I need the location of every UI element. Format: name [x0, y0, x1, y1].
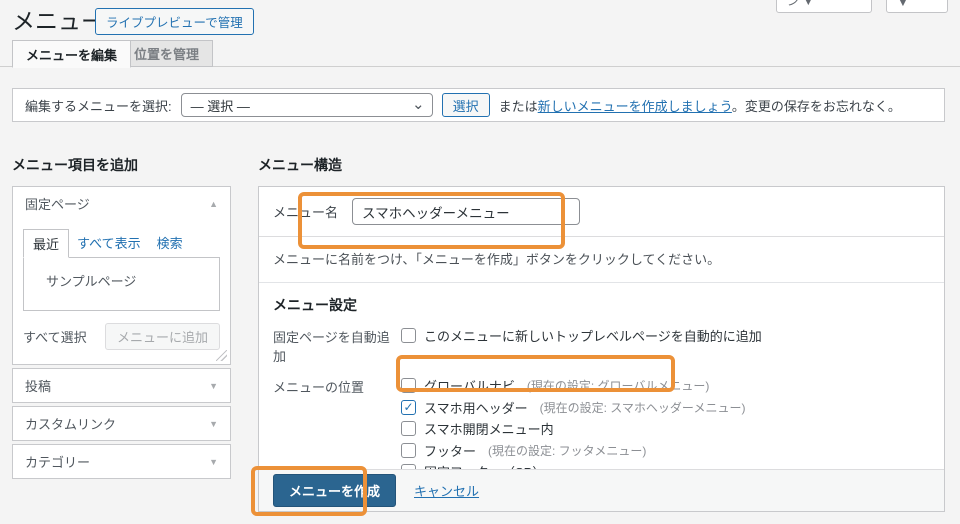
- location-item-footer: フッター (現在の設定: フッタメニュー): [401, 440, 745, 462]
- select-all-link[interactable]: すべて選択: [23, 327, 87, 346]
- add-menu-items-heading: メニュー項目を追加: [12, 157, 138, 173]
- custom-links-accordion-title: カスタムリンク: [25, 417, 117, 432]
- cancel-link[interactable]: キャンセル: [414, 481, 479, 500]
- location-checkbox[interactable]: [401, 421, 416, 437]
- categories-accordion: カテゴリー ▼: [12, 444, 231, 479]
- categories-accordion-title: カテゴリー: [25, 455, 91, 470]
- location-item-sp-drawer: スマホ開閉メニュー内: [401, 418, 745, 440]
- menu-name-row: メニュー名: [259, 187, 944, 237]
- help-button[interactable]: ヘルプ ▼: [886, 0, 948, 13]
- auto-add-option-label[interactable]: このメニューに新しいトップレベルページを自動的に追加: [424, 326, 762, 345]
- add-to-menu-button[interactable]: メニューに追加: [104, 323, 220, 350]
- location-note: (現在の設定: グローバルメニュー): [526, 379, 710, 394]
- create-menu-button[interactable]: メニューを作成: [273, 474, 397, 507]
- menu-name-label: メニュー名: [273, 205, 339, 220]
- pages-list: サンプルページ: [23, 257, 220, 311]
- posts-accordion-header[interactable]: 投稿 ▼: [13, 369, 230, 402]
- screen-options-button[interactable]: 表示オプション ▼: [776, 0, 872, 13]
- menu-settings-heading: メニュー設定: [273, 297, 357, 313]
- resize-grip-icon[interactable]: [216, 350, 227, 361]
- menu-structure-heading: メニュー構造: [258, 157, 342, 173]
- location-checkbox-checked[interactable]: [401, 399, 416, 415]
- custom-links-accordion: カスタムリンク ▼: [12, 406, 231, 441]
- select-menu-button[interactable]: 選択: [441, 93, 490, 117]
- location-checkbox[interactable]: [401, 378, 416, 394]
- location-note: (現在の設定: スマホヘッダーメニュー): [539, 400, 746, 415]
- tab-manage-locations[interactable]: 位置を管理: [120, 40, 214, 67]
- expand-arrow-icon: ▼: [209, 418, 218, 429]
- pages-accordion: 固定ページ ▲ 最近 すべて表示 検索 サンプルページ すべて選択 メニューに追…: [12, 186, 231, 365]
- custom-links-accordion-header[interactable]: カスタムリンク ▼: [13, 407, 230, 440]
- subtab-search[interactable]: 検索: [149, 229, 191, 257]
- pages-accordion-title: 固定ページ: [25, 197, 90, 212]
- location-checkbox[interactable]: [401, 442, 416, 458]
- auto-add-checkbox[interactable]: [401, 328, 416, 343]
- location-label[interactable]: グローバルナビ: [424, 376, 515, 395]
- wordpress-menus-screen: メニュー ライブプレビューで管理 表示オプション ▼ ヘルプ ▼ メニューを編集…: [0, 0, 960, 524]
- hint-prefix: または: [498, 98, 538, 114]
- pages-subtabs: 最近 すべて表示 検索: [23, 229, 220, 258]
- expand-arrow-icon: ▼: [209, 456, 218, 467]
- chevron-down-icon: ⌄: [412, 96, 425, 113]
- collapse-arrow-icon: ▲: [209, 198, 218, 209]
- tab-edit-menus[interactable]: メニューを編集: [12, 40, 132, 68]
- posts-accordion-title: 投稿: [25, 379, 52, 394]
- pages-accordion-body: 最近 すべて表示 検索 サンプルページ すべて選択 メニューに追加: [13, 220, 230, 364]
- hint-suffix: 。変更の保存をお忘れなく。: [731, 98, 901, 114]
- menu-select-dropdown[interactable]: — 選択 — ⌄: [180, 93, 433, 117]
- location-note: (現在の設定: フッタメニュー): [488, 443, 647, 458]
- menu-structure-panel: メニュー名 メニューに名前をつけ、「メニューを作成」ボタンをクリックしてください…: [258, 186, 945, 512]
- menu-description: メニューに名前をつけ、「メニューを作成」ボタンをクリックしてください。: [273, 252, 721, 267]
- create-new-menu-link[interactable]: 新しいメニューを作成しましょう: [538, 99, 732, 114]
- pages-actions: すべて選択 メニューに追加: [23, 323, 220, 350]
- location-item-global-nav: グローバルナビ (現在の設定: グローバルメニュー): [401, 375, 745, 397]
- select-menu-label: 編集するメニューを選択:: [25, 98, 172, 114]
- auto-add-label: 固定ページを自動追加: [273, 330, 390, 364]
- page-title: メニュー: [12, 8, 104, 34]
- location-label[interactable]: スマホ開閉メニュー内: [424, 419, 554, 438]
- location-label[interactable]: フッター: [424, 441, 476, 460]
- pages-accordion-header[interactable]: 固定ページ ▲: [13, 187, 230, 220]
- menu-select-bar: 編集するメニューを選択: — 選択 — ⌄ 選択 または新しいメニューを作成しま…: [12, 88, 945, 122]
- auto-add-row: 固定ページを自動追加 このメニューに新しいトップレベルページを自動的に追加: [259, 321, 944, 365]
- create-menu-hint: または新しいメニューを作成しましょう。変更の保存をお忘れなく。: [499, 96, 901, 115]
- location-item-sp-header: スマホ用ヘッダー (現在の設定: スマホヘッダーメニュー): [401, 397, 745, 419]
- expand-arrow-icon: ▼: [209, 380, 218, 391]
- list-item[interactable]: サンプルページ: [46, 274, 136, 289]
- subtab-view-all[interactable]: すべて表示: [69, 229, 149, 257]
- live-preview-button[interactable]: ライブプレビューで管理: [95, 8, 254, 35]
- location-label[interactable]: スマホ用ヘッダー: [424, 398, 528, 417]
- subtab-recent[interactable]: 最近: [23, 229, 70, 258]
- panel-footer: メニューを作成 キャンセル: [259, 469, 944, 511]
- menu-name-input[interactable]: [352, 198, 581, 225]
- add-menu-items-panel: 固定ページ ▲ 最近 すべて表示 検索 サンプルページ すべて選択 メニューに追…: [12, 186, 231, 479]
- categories-accordion-header[interactable]: カテゴリー ▼: [13, 445, 230, 478]
- menu-select-value: — 選択 —: [190, 98, 250, 114]
- posts-accordion: 投稿 ▼: [12, 368, 231, 403]
